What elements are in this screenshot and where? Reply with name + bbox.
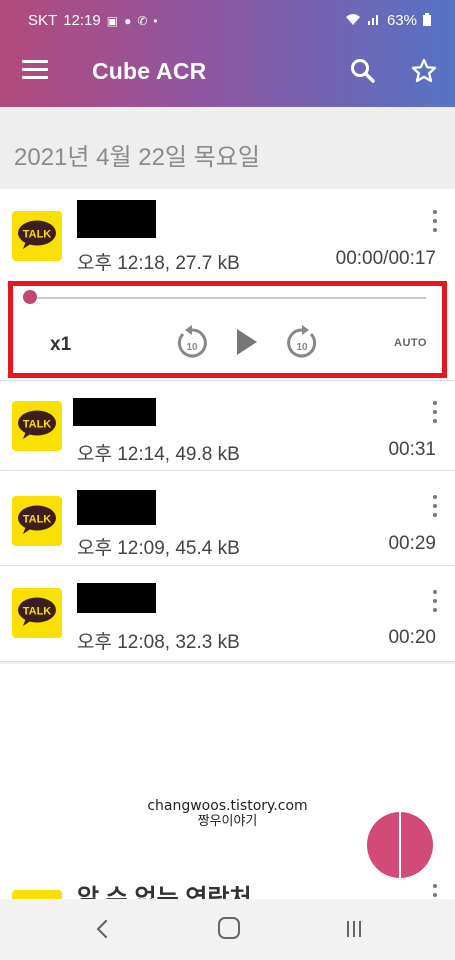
- seek-bar[interactable]: [37, 297, 426, 299]
- kakaotalk-icon: TALK: [12, 588, 62, 638]
- contact-name-redacted: [77, 583, 156, 613]
- app-bar: Cube ACR: [0, 38, 455, 107]
- talk-label: TALK: [23, 606, 52, 618]
- message-notification-icon: ●: [124, 13, 132, 28]
- date-label: 2021년 4월 22일 목요일: [14, 144, 260, 171]
- floating-action-button[interactable]: [367, 812, 433, 878]
- watermark-url: changwoos.tistory.com: [147, 798, 308, 814]
- recording-item[interactable]: TALK 오후 12:09, 45.4 kB 00:29: [0, 471, 455, 565]
- audio-player: x1 10 10 AUTO: [8, 281, 447, 378]
- home-icon[interactable]: [218, 917, 240, 939]
- search-icon[interactable]: [350, 58, 376, 84]
- rewind-10-icon[interactable]: 10: [173, 324, 211, 362]
- talk-label: TALK: [23, 229, 52, 241]
- more-options-icon[interactable]: [431, 495, 439, 517]
- talk-label: TALK: [23, 514, 52, 526]
- recording-meta: 오후 12:14, 49.8 kB: [77, 444, 240, 465]
- recording-duration: 00:00/00:17: [335, 248, 436, 269]
- svg-text:10: 10: [296, 342, 308, 353]
- talk-label: TALK: [23, 419, 52, 431]
- back-icon[interactable]: [92, 916, 112, 942]
- contact-name-redacted: [73, 398, 156, 426]
- call-notification-icon: ✆: [137, 13, 148, 28]
- app-title: Cube ACR: [92, 58, 207, 84]
- menu-icon[interactable]: [22, 60, 48, 82]
- recording-duration: 00:29: [388, 533, 436, 554]
- clock: 12:19: [63, 12, 101, 29]
- battery-icon: [423, 12, 431, 29]
- wifi-icon: [345, 13, 361, 29]
- status-bar: SKT 12:19 ▣ ● ✆ • 63%: [0, 0, 455, 38]
- auto-mode-button[interactable]: AUTO: [394, 337, 427, 349]
- signal-icon: [367, 13, 381, 28]
- date-section-header: 2021년 4월 22일 목요일: [0, 107, 455, 189]
- forward-10-icon[interactable]: 10: [283, 324, 321, 362]
- gallery-notification-icon: ▣: [106, 13, 119, 28]
- more-options-icon[interactable]: [431, 401, 439, 423]
- recording-item[interactable]: TALK 오후 12:08, 32.3 kB 00:20: [0, 566, 455, 661]
- recording-meta: 오후 12:09, 45.4 kB: [77, 538, 240, 559]
- seek-handle[interactable]: [23, 290, 37, 304]
- recording-meta: 오후 12:08, 32.3 kB: [77, 632, 240, 653]
- contact-name-redacted: [77, 200, 156, 238]
- list-divider: [0, 661, 455, 662]
- recording-duration: 00:31: [388, 439, 436, 460]
- kakaotalk-icon: TALK: [12, 211, 62, 261]
- more-options-icon[interactable]: [431, 590, 439, 612]
- kakaotalk-icon: TALK: [12, 496, 62, 546]
- recording-meta: 오후 12:18, 27.7 kB: [77, 253, 240, 274]
- more-options-icon[interactable]: [431, 210, 439, 232]
- battery-percent: 63%: [386, 12, 417, 29]
- more-notifications-icon: •: [153, 13, 158, 28]
- svg-text:10: 10: [186, 342, 198, 353]
- play-icon[interactable]: [231, 326, 261, 358]
- contact-name-redacted: [77, 490, 156, 525]
- playback-speed-button[interactable]: x1: [50, 334, 71, 356]
- recent-apps-icon[interactable]: [343, 919, 365, 939]
- app-header: SKT 12:19 ▣ ● ✆ • 63% Cube ACR: [0, 0, 455, 107]
- carrier-label: SKT: [28, 12, 58, 29]
- favorites-star-icon[interactable]: [410, 57, 438, 85]
- recording-item[interactable]: TALK 오후 12:14, 49.8 kB 00:31: [0, 381, 455, 470]
- recording-duration: 00:20: [388, 627, 436, 648]
- system-navigation-bar: [0, 899, 455, 960]
- kakaotalk-icon: TALK: [12, 401, 62, 451]
